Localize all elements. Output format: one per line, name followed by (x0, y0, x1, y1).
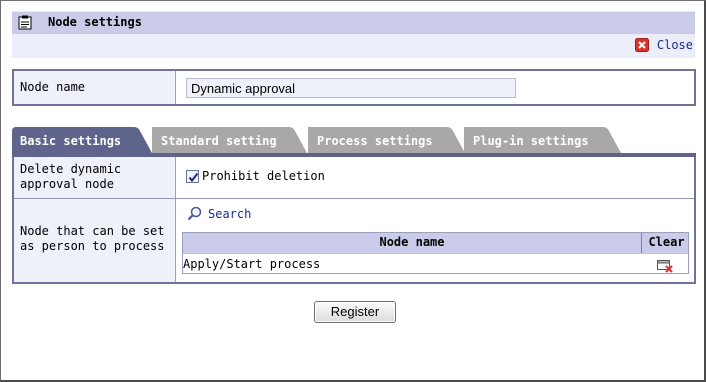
node-table: Node name Clear Apply/Start process (182, 232, 689, 274)
search-label: Search (208, 206, 252, 221)
delete-label: Delete dynamic approval node (14, 157, 176, 198)
tab-standard-setting[interactable]: Standard setting (152, 127, 310, 153)
close-button[interactable]: Close (634, 38, 693, 52)
node-name-section: Node name (12, 69, 696, 106)
prohibit-deletion-checkbox[interactable]: Prohibit deletion (186, 169, 325, 183)
register-button[interactable]: Register (314, 301, 396, 323)
dialog-window: Node settings Close Node name Basic sett… (0, 0, 706, 382)
node-name-input[interactable] (186, 78, 516, 98)
clear-row-icon[interactable] (657, 259, 673, 273)
checkbox-label: Prohibit deletion (202, 169, 325, 183)
process-node-label: Node that can be set as person to proces… (14, 199, 176, 282)
basic-settings-panel: Delete dynamic approval node Prohibit de… (12, 157, 696, 284)
close-label: Close (656, 38, 693, 52)
tab-basic-settings[interactable]: Basic settings (12, 127, 155, 153)
title-bar: Node settings (12, 11, 695, 34)
delete-row: Delete dynamic approval node Prohibit de… (14, 157, 694, 199)
table-header: Node name Clear (183, 233, 688, 253)
search-button[interactable]: Search (187, 206, 251, 221)
tab-plugin-settings[interactable]: Plug-in settings (464, 127, 624, 153)
tab-label: Basic settings (20, 134, 122, 148)
table-row: Apply/Start process (183, 253, 688, 274)
close-x-icon (634, 38, 649, 52)
row-node-name: Apply/Start process (183, 257, 321, 271)
tab-process-settings[interactable]: Process settings (308, 127, 468, 153)
process-node-row: Node that can be set as person to proces… (14, 199, 694, 282)
search-icon (187, 206, 202, 221)
tab-label: Process settings (317, 134, 433, 148)
column-header-node-name: Node name (183, 233, 642, 253)
tab-bar: Basic settings Standard setting Process … (12, 127, 696, 153)
page-title: Node settings (48, 15, 142, 29)
checkbox-box[interactable] (186, 169, 199, 183)
column-header-clear: Clear (648, 235, 685, 249)
checkmark-icon (188, 172, 199, 182)
node-name-label: Node name (14, 71, 176, 104)
tab-label: Standard setting (161, 134, 277, 148)
tab-label: Plug-in settings (473, 134, 589, 148)
close-bar: Close (12, 34, 695, 58)
clipboard-icon (18, 15, 32, 30)
